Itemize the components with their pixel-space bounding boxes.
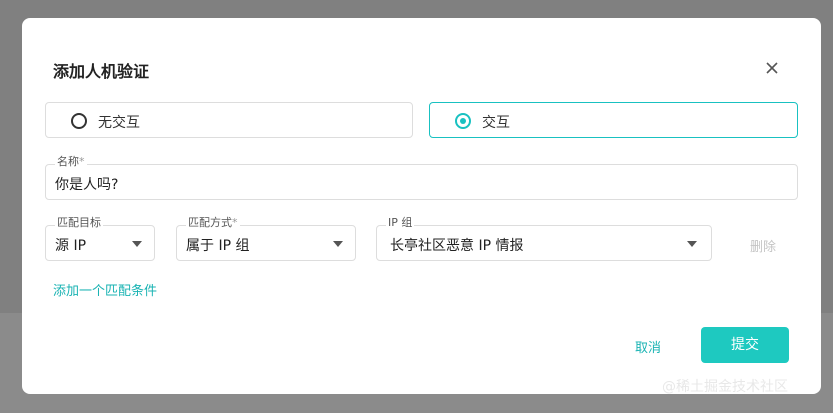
ip-group-value: 长亭社区恶意 IP 情报: [390, 238, 524, 254]
submit-button[interactable]: 提交: [701, 327, 789, 363]
match-target-label: 匹配目标: [55, 216, 103, 229]
name-input-value: 你是人吗?: [55, 177, 119, 193]
name-input[interactable]: 你是人吗?: [45, 164, 798, 200]
chevron-down-icon: [687, 241, 697, 247]
radio-unchecked-icon: [71, 113, 87, 129]
radio-option-interaction[interactable]: 交互: [429, 102, 798, 138]
add-match-condition-link[interactable]: 添加一个匹配条件: [53, 280, 157, 299]
chevron-down-icon: [132, 241, 142, 247]
match-target-value: 源 IP: [55, 238, 87, 254]
match-method-select[interactable]: 属于 IP 组: [176, 225, 356, 261]
dialog-title: 添加人机验证: [53, 62, 150, 81]
radio-checked-icon: [455, 113, 471, 129]
match-target-select[interactable]: 源 IP: [45, 225, 155, 261]
delete-condition-button[interactable]: 删除: [750, 236, 776, 255]
name-field-label: 名称*: [55, 155, 87, 168]
close-icon[interactable]: [762, 58, 782, 78]
ip-group-label: IP 组: [386, 216, 415, 229]
radio-label: 无交互: [98, 115, 140, 131]
ip-group-select[interactable]: 长亭社区恶意 IP 情报: [376, 225, 712, 261]
match-method-label: 匹配方式*: [186, 216, 240, 229]
radio-option-no-interaction[interactable]: 无交互: [45, 102, 413, 138]
cancel-button[interactable]: 取消: [635, 337, 661, 356]
watermark: @稀土掘金技术社区: [662, 379, 788, 395]
radio-label: 交互: [482, 115, 510, 131]
match-method-value: 属于 IP 组: [186, 238, 250, 254]
add-captcha-dialog: 添加人机验证 无交互 交互 你是人吗? 名称* 源 IP 匹配目标 属于 IP …: [22, 18, 821, 394]
chevron-down-icon: [333, 241, 343, 247]
